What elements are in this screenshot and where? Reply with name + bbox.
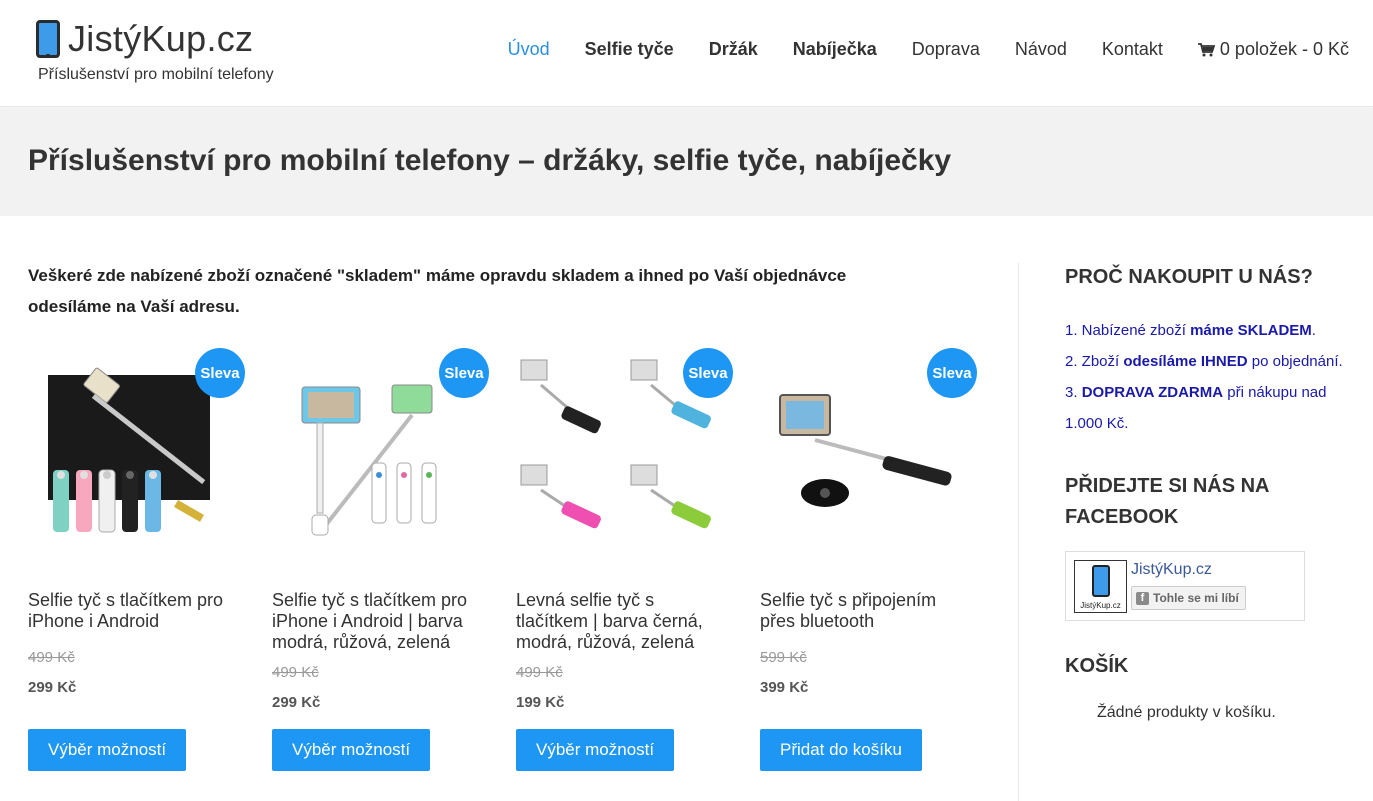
sale-badge: Sleva	[683, 348, 733, 398]
why-heading: PROČ NAKOUPIT U NÁS?	[1065, 266, 1313, 288]
sale-badge: Sleva	[439, 348, 489, 398]
nav-item-nabijecka[interactable]: Nabíječka	[793, 39, 877, 60]
main-content: Veškeré zde nabízené zboží označené "skl…	[28, 260, 988, 771]
nav-item-uvod[interactable]: Úvod	[508, 39, 550, 60]
sale-badge: Sleva	[195, 348, 245, 398]
why-item: 3. DOPRAVA ZDARMA při nákupu nad 1.000 K…	[1065, 377, 1355, 439]
product-old-price: 499 Kč	[28, 649, 75, 666]
phone-icon	[1092, 565, 1110, 597]
product-price: 299 Kč	[272, 694, 321, 711]
product-old-price: 499 Kč	[516, 664, 563, 681]
nav-item-navod[interactable]: Návod	[1015, 39, 1067, 60]
intro-text: Veškeré zde nabízené zboží označené "skl…	[28, 266, 847, 316]
shopping-cart-icon	[1197, 42, 1215, 56]
page-title: Příslušenství pro mobilní telefony – drž…	[28, 144, 952, 177]
site-header: JistýKup.cz Příslušenství pro mobilní te…	[0, 0, 1373, 107]
nav-item-doprava[interactable]: Doprava	[912, 39, 980, 60]
phone-icon	[36, 20, 60, 58]
sidebar: PROČ NAKOUPIT U NÁS? 1. Nabízené zboží m…	[1065, 262, 1355, 722]
facebook-page-logo[interactable]: JistýKup.cz	[1074, 560, 1127, 613]
header-cart-link[interactable]: 0 položek - 0 Kč	[1197, 39, 1349, 60]
select-options-button[interactable]: Výběr možností	[516, 729, 675, 771]
sale-badge: Sleva	[927, 348, 977, 398]
product-old-price: 599 Kč	[760, 649, 807, 666]
nav-item-drzak[interactable]: Držák	[709, 39, 758, 60]
facebook-widget: JistýKup.cz JistýKup.cz f Tohle se mi lí…	[1065, 551, 1305, 621]
product-title[interactable]: Levná selfie tyč s tlačítkem | barva čer…	[516, 590, 716, 653]
facebook-icon: f	[1136, 591, 1149, 605]
product-title[interactable]: Selfie tyč s tlačítkem pro iPhone i Andr…	[272, 590, 472, 653]
product-old-price: 499 Kč	[272, 664, 319, 681]
site-logo[interactable]: JistýKup.cz	[36, 20, 253, 58]
product-title[interactable]: Selfie tyč s připojením přes bluetooth	[760, 590, 960, 632]
main-nav: Úvod Selfie tyče Držák Nabíječka Doprava…	[473, 39, 1349, 60]
why-item-text: 2. Zboží	[1065, 353, 1124, 370]
cart-empty-message: Žádné produkty v košíku.	[1097, 704, 1276, 721]
site-tagline: Příslušenství pro mobilní telefony	[38, 66, 274, 83]
facebook-like-button[interactable]: f Tohle se mi líbí	[1131, 586, 1246, 610]
header-cart-label[interactable]: 0 položek - 0 Kč	[1220, 39, 1349, 60]
product-price: 399 Kč	[760, 679, 809, 696]
facebook-page-name[interactable]: JistýKup.cz	[1131, 561, 1212, 579]
select-options-button[interactable]: Výběr možností	[28, 729, 187, 771]
why-item-text: .	[1311, 322, 1316, 339]
why-item-highlight: DOPRAVA ZDARMA	[1081, 384, 1224, 401]
facebook-heading: PŘIDEJTE SI NÁS NA FACEBOOK	[1065, 475, 1269, 528]
fb-logo-text: JistýKup.cz	[1080, 601, 1121, 610]
logo-text[interactable]: JistýKup.cz	[68, 21, 253, 57]
why-item: 1. Nabízené zboží máme SKLADEM.	[1065, 315, 1355, 346]
why-list: 1. Nabízené zboží máme SKLADEM. 2. Zboží…	[1065, 315, 1355, 439]
select-options-button[interactable]: Výběr možností	[272, 729, 431, 771]
cart-heading: KOŠÍK	[1065, 655, 1129, 677]
product-price: 299 Kč	[28, 679, 77, 696]
why-item-highlight: odesíláme IHNED	[1123, 353, 1248, 370]
facebook-like-label: Tohle se mi líbí	[1153, 591, 1239, 605]
add-to-cart-button[interactable]: Přidat do košíku	[760, 729, 922, 771]
page-banner: Příslušenství pro mobilní telefony – drž…	[0, 108, 1373, 216]
why-item-text: po objednání.	[1247, 353, 1343, 370]
column-divider	[1018, 263, 1019, 801]
product-title[interactable]: Selfie tyč s tlačítkem pro iPhone i Andr…	[28, 590, 228, 632]
why-item-text: 1. Nabízené zboží	[1065, 322, 1191, 339]
why-item-text: 3.	[1065, 384, 1082, 401]
nav-item-kontakt[interactable]: Kontakt	[1102, 39, 1163, 60]
product-price: 199 Kč	[516, 694, 565, 711]
why-item: 2. Zboží odesíláme IHNED po objednání.	[1065, 346, 1355, 377]
nav-item-selfie-tyce[interactable]: Selfie tyče	[585, 39, 674, 60]
why-item-highlight: máme SKLADEM	[1190, 322, 1312, 339]
